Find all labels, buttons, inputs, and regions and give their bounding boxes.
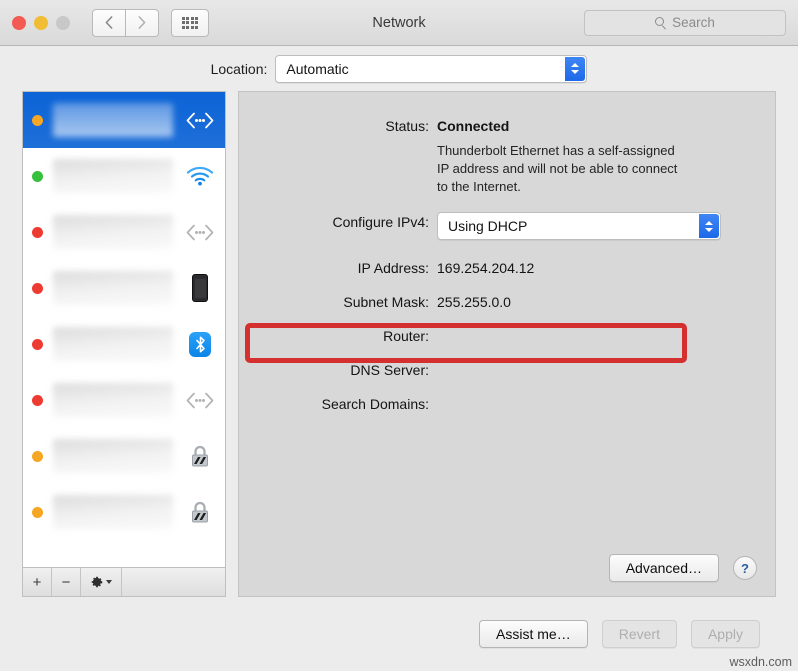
bluetooth-icon — [183, 331, 217, 357]
main-content: + − Status: Connected Thunderbolt Ethern… — [0, 91, 798, 605]
stepper-icon[interactable] — [699, 214, 719, 238]
status-note: Thunderbolt Ethernet has a self-assigned… — [437, 143, 678, 194]
detail-actions: Advanced… ? — [608, 554, 757, 582]
service-name-redacted — [53, 103, 173, 137]
field-label: Router: — [383, 328, 429, 344]
close-button[interactable] — [12, 15, 26, 30]
gear-icon — [91, 576, 103, 588]
stepper-icon[interactable] — [565, 56, 586, 81]
revert-button: Revert — [601, 620, 677, 648]
search-placeholder: Search — [672, 15, 715, 30]
field-label: Subnet Mask: — [343, 294, 429, 310]
watermark: wsxdn.com — [729, 655, 792, 669]
zoom-button — [56, 15, 70, 30]
service-name-redacted — [53, 271, 173, 305]
service-list-item[interactable] — [23, 148, 225, 204]
service-list-item[interactable] — [23, 316, 225, 372]
service-name-redacted — [53, 495, 173, 529]
forward-button[interactable] — [126, 8, 159, 37]
service-list-item[interactable] — [23, 204, 225, 260]
show-all-button[interactable] — [171, 8, 209, 37]
status-label: Status: — [385, 118, 429, 134]
ethernet-icon — [183, 224, 217, 241]
service-name-redacted — [53, 159, 173, 193]
location-select[interactable]: Automatic — [275, 54, 588, 83]
detail-field-row: IP Address: 169.254.204.12 — [239, 258, 751, 278]
service-list-item[interactable] — [23, 372, 225, 428]
status-indicator-red — [32, 226, 43, 238]
field-value: 169.254.204.12 — [437, 260, 535, 276]
service-list-toolbar: + − — [22, 567, 226, 597]
search-icon — [655, 17, 666, 28]
detail-field-row: Subnet Mask: 255.255.0.0 — [239, 292, 751, 312]
advanced-button[interactable]: Advanced… — [608, 554, 719, 582]
configure-ipv4-select[interactable]: Using DHCP — [437, 212, 721, 240]
window-titlebar: Network Search — [0, 0, 798, 46]
service-list-item[interactable] — [23, 428, 225, 484]
service-list-item[interactable] — [23, 260, 225, 316]
service-list-item[interactable] — [23, 484, 225, 540]
service-actions-button[interactable] — [81, 568, 122, 596]
minimize-button[interactable] — [34, 15, 48, 30]
service-list-item[interactable] — [23, 92, 225, 148]
service-sidebar: + − — [22, 91, 226, 597]
network-fields: IP Address: 169.254.204.12 Subnet Mask: 255… — [239, 258, 751, 414]
apply-button: Apply — [690, 620, 760, 648]
status-indicator-orange — [32, 114, 43, 126]
service-list[interactable] — [22, 91, 226, 567]
add-service-button[interactable]: + — [23, 568, 52, 596]
service-name-redacted — [53, 383, 173, 417]
field-value: 255.255.0.0 — [437, 294, 511, 310]
service-detail-panel: Status: Connected Thunderbolt Ethernet h… — [238, 91, 776, 597]
location-row: Location: Automatic — [0, 46, 798, 91]
configure-ipv4-label: Configure IPv4: — [332, 214, 430, 230]
help-button[interactable]: ? — [733, 556, 757, 580]
status-indicator-green — [32, 170, 43, 182]
status-value: Connected — [437, 118, 510, 134]
toolbar-filler — [122, 568, 225, 596]
back-button[interactable] — [92, 8, 126, 37]
status-indicator-red — [32, 282, 43, 294]
location-value: Automatic — [286, 60, 349, 77]
status-indicator-red — [32, 338, 43, 350]
ethernet-icon — [183, 392, 217, 409]
traffic-lights — [12, 15, 70, 30]
detail-field-row: Search Domains: — [239, 394, 751, 414]
field-label: DNS Server: — [350, 362, 429, 378]
lock-icon — [183, 443, 217, 469]
configure-ipv4-row: Configure IPv4: Using DHCP — [239, 212, 751, 363]
grid-icon — [181, 16, 199, 29]
status-indicator-orange — [32, 506, 43, 518]
search-input[interactable]: Search — [584, 9, 786, 36]
iphone-icon — [183, 274, 217, 302]
service-name-redacted — [53, 327, 173, 361]
chevron-right-icon — [138, 16, 146, 29]
ethernet-icon — [183, 112, 217, 129]
status-indicator-orange — [32, 450, 43, 462]
configure-ipv4-value: Using DHCP — [448, 218, 528, 234]
detail-field-row: DNS Server: — [239, 360, 751, 380]
window-footer: Assist me… Revert Apply wsxdn.com — [0, 605, 798, 671]
assist-me-button[interactable]: Assist me… — [479, 620, 588, 648]
lock-icon — [183, 499, 217, 525]
chevron-left-icon — [105, 16, 113, 29]
remove-service-button[interactable]: − — [52, 568, 81, 596]
location-label: Location: — [210, 60, 268, 77]
field-label: IP Address: — [357, 260, 429, 276]
detail-field-row: Router: — [239, 326, 751, 346]
field-label: Search Domains: — [321, 396, 429, 412]
status-row: Status: Connected — [239, 116, 751, 136]
wifi-icon — [183, 166, 217, 186]
navigation-buttons — [92, 8, 159, 37]
service-name-redacted — [53, 439, 173, 473]
status-indicator-red — [32, 394, 43, 406]
network-preferences-window: Network Search Location: Automatic + − S… — [0, 0, 798, 671]
service-name-redacted — [53, 215, 173, 249]
chevron-down-icon — [106, 580, 112, 584]
